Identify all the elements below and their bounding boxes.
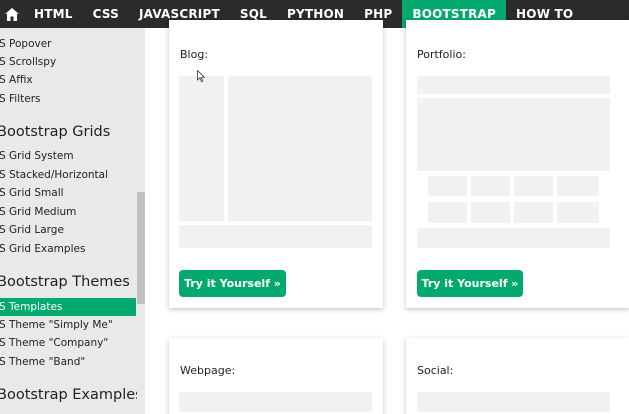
card-blog: Blog: Try it Yourself » bbox=[169, 20, 383, 308]
template-header-placeholder bbox=[179, 392, 372, 412]
sidebar-heading-examples: Bootstrap Examples bbox=[0, 387, 143, 403]
try-it-yourself-button[interactable]: Try it Yourself » bbox=[179, 270, 286, 297]
sidebar: BS Popover BS Scrollspy BS Affix BS Filt… bbox=[0, 28, 145, 414]
template-thumb-placeholder bbox=[428, 176, 467, 196]
sidebar-item-bs-popover[interactable]: BS Popover bbox=[0, 35, 128, 53]
template-thumb-placeholder bbox=[471, 176, 510, 196]
sidebar-heading-themes: Bootstrap Themes bbox=[0, 274, 130, 290]
sidebar-item-bs-templates[interactable]: BS Templates bbox=[0, 298, 136, 316]
sidebar-item-bs-grid-large[interactable]: BS Grid Large bbox=[0, 221, 128, 239]
card-title: Portfolio: bbox=[417, 48, 466, 61]
card-title: Blog: bbox=[180, 48, 209, 61]
template-header-placeholder bbox=[417, 76, 610, 94]
home-icon[interactable] bbox=[0, 0, 24, 28]
nav-html[interactable]: HTML bbox=[24, 0, 83, 28]
template-header-placeholder bbox=[417, 392, 610, 412]
sidebar-item-bs-scrollspy[interactable]: BS Scrollspy bbox=[0, 53, 128, 71]
card-portfolio: Portfolio: Try it Yourself » bbox=[406, 20, 629, 308]
sidebar-scrollbar[interactable] bbox=[137, 28, 145, 414]
card-title: Webpage: bbox=[180, 364, 236, 377]
template-thumb-placeholder bbox=[557, 176, 599, 196]
nav-css[interactable]: CSS bbox=[83, 0, 129, 28]
mouse-cursor-icon bbox=[197, 70, 205, 82]
sidebar-item-label: BS Templates bbox=[0, 301, 63, 313]
template-footer-placeholder bbox=[179, 225, 372, 248]
sidebar-item-bs-filters[interactable]: BS Filters bbox=[0, 90, 128, 108]
sidebar-item-bs-grid-examples[interactable]: BS Grid Examples bbox=[0, 240, 128, 258]
template-hero-placeholder bbox=[417, 98, 610, 171]
try-it-yourself-button[interactable]: Try it Yourself » bbox=[417, 270, 523, 297]
sidebar-item-bs-grid-medium[interactable]: BS Grid Medium bbox=[0, 203, 128, 221]
scrollbar-thumb[interactable] bbox=[137, 192, 145, 304]
sidebar-item-bs-stacked-horizontal[interactable]: BS Stacked/Horizontal bbox=[0, 166, 128, 184]
template-footer-placeholder bbox=[417, 228, 610, 248]
template-thumb-placeholder bbox=[557, 202, 599, 223]
template-thumb-placeholder bbox=[514, 202, 553, 223]
card-title: Social: bbox=[417, 364, 454, 377]
card-social: Social: bbox=[406, 338, 629, 414]
sidebar-item-bs-theme-simply-me[interactable]: BS Theme "Simply Me" bbox=[0, 316, 128, 334]
sidebar-item-bs-grid-system[interactable]: BS Grid System bbox=[0, 147, 128, 165]
template-thumb-placeholder bbox=[428, 202, 467, 223]
card-webpage: Webpage: bbox=[169, 338, 383, 414]
sidebar-item-bs-grid-small[interactable]: BS Grid Small bbox=[0, 184, 128, 202]
template-content-placeholder bbox=[228, 76, 372, 221]
sidebar-item-bs-theme-company[interactable]: BS Theme "Company" bbox=[0, 334, 128, 352]
sidebar-item-bs-affix[interactable]: BS Affix bbox=[0, 71, 128, 89]
template-thumb-placeholder bbox=[514, 176, 553, 196]
sidebar-heading-grids: Bootstrap Grids bbox=[0, 124, 111, 140]
sidebar-item-bs-theme-band[interactable]: BS Theme "Band" bbox=[0, 353, 128, 371]
template-thumb-placeholder bbox=[471, 202, 510, 223]
template-sidebar-placeholder bbox=[179, 76, 224, 221]
